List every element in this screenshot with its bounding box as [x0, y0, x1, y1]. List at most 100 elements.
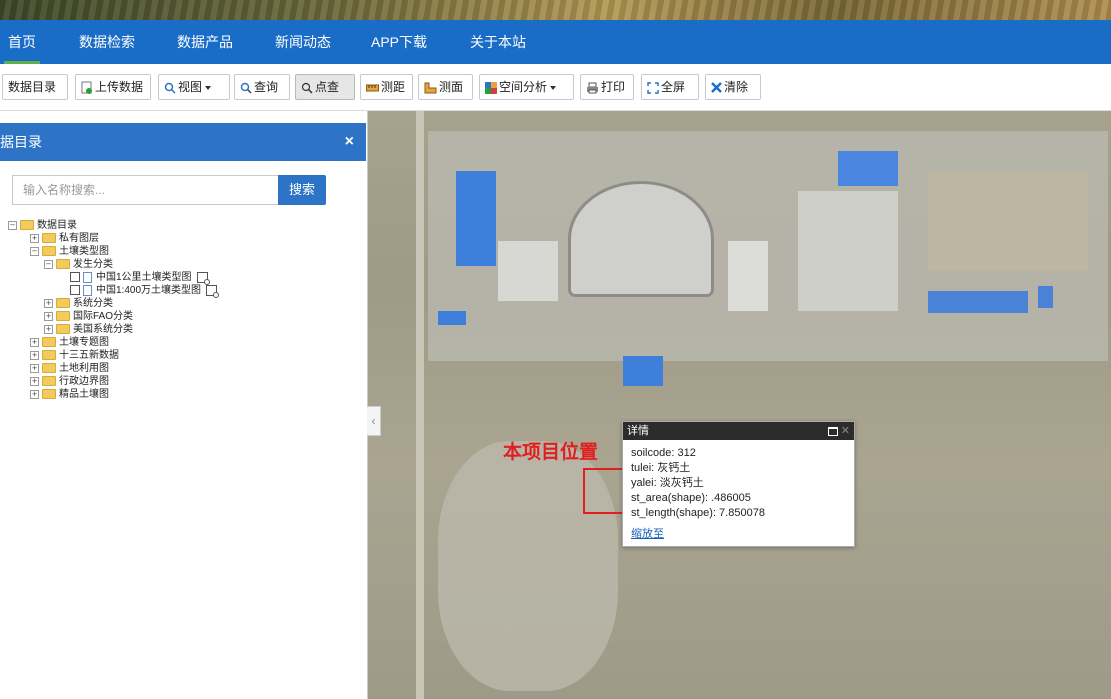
measure-distance-label: 测距 [381, 80, 406, 94]
project-location-label: 本项目位置 [503, 442, 599, 463]
popup-field-st-length: st_length(shape): 7.850078 [631, 507, 765, 519]
folder-icon [42, 389, 56, 400]
expand-toggle-icon[interactable]: + [44, 311, 53, 321]
collapse-toggle-icon[interactable]: − [44, 259, 53, 269]
catalog-search-button[interactable]: 搜索 [278, 175, 326, 205]
query-icon [240, 82, 252, 94]
tree-node-admin-boundary-map[interactable]: + 行政边界图 [8, 375, 217, 388]
map-building [798, 191, 898, 311]
fullscreen-icon [647, 82, 659, 94]
view-label: 视图 [178, 80, 203, 94]
tree-node-label: 精品土壤图 [59, 389, 109, 400]
nav-news[interactable]: 新闻动态 [275, 20, 331, 64]
chevron-down-icon [550, 85, 557, 90]
expand-toggle-icon[interactable]: + [30, 376, 39, 386]
tree-node-label: 行政边界图 [59, 376, 109, 387]
layer-query-icon[interactable] [206, 284, 220, 298]
tree-node-label: 数据目录 [37, 220, 77, 231]
expand-toggle-icon[interactable]: + [44, 324, 53, 334]
close-icon[interactable]: × [345, 123, 354, 161]
layer-query-icon[interactable] [196, 271, 210, 285]
popup-body: soilcode: 312 tulei: 灰钙土 yalei: 淡灰钙土 st_… [623, 440, 854, 548]
expand-toggle-icon[interactable]: + [44, 298, 53, 308]
nav-home[interactable]: 首页 [4, 20, 40, 64]
map-building [498, 241, 558, 301]
header-banner-image [0, 0, 1111, 20]
catalog-button[interactable]: 数据目录 [2, 74, 68, 100]
tree-node-fao-classification[interactable]: + 国际FAO分类 [8, 310, 217, 323]
tree-node-private-layers[interactable]: + 私有图层 [8, 232, 217, 245]
tree-node-soil-thematic-map[interactable]: + 土壤专题图 [8, 336, 217, 349]
map-building [728, 241, 768, 311]
print-button[interactable]: 打印 [580, 74, 634, 100]
tree-node-label: 私有图层 [59, 233, 99, 244]
catalog-panel-header: 据目录 × [0, 123, 366, 161]
tree-layer-4m-soil-map[interactable]: 中国1:400万土壤类型图 [8, 284, 220, 298]
folder-icon [42, 233, 56, 244]
spatial-analysis-button[interactable]: 空间分析 [479, 74, 574, 100]
catalog-search-input[interactable] [12, 175, 278, 205]
magnifier-icon [164, 82, 176, 94]
collapse-toggle-icon[interactable]: − [30, 246, 39, 256]
area-icon [424, 82, 437, 94]
nav-data-search[interactable]: 数据检索 [79, 20, 135, 64]
popup-title: 详情 [627, 425, 649, 437]
tree-node-label: 系统分类 [73, 298, 113, 309]
expand-toggle-icon[interactable]: + [30, 337, 39, 347]
layer-checkbox[interactable] [70, 285, 80, 296]
feature-detail-popup: 详情 ✕ soilcode: 312 tulei: 灰钙土 yalei: 淡灰钙… [622, 421, 855, 547]
ruler-icon [366, 84, 379, 92]
measure-distance-button[interactable]: 测距 [360, 74, 413, 100]
close-icon[interactable]: ✕ [841, 422, 850, 440]
fullscreen-button[interactable]: 全屏 [641, 74, 699, 100]
folder-icon [56, 298, 70, 309]
panel-collapse-handle[interactable]: ‹ [367, 406, 381, 436]
measure-area-button[interactable]: 测面 [418, 74, 473, 100]
tree-node-label: 土地利用图 [59, 363, 109, 374]
tree-node-root[interactable]: − 数据目录 [8, 219, 217, 232]
tree-node-label: 土壤专题图 [59, 337, 109, 348]
folder-icon [42, 246, 56, 257]
expand-toggle-icon[interactable]: + [30, 233, 39, 243]
tree-node-genetic-classification[interactable]: − 发生分类 [8, 258, 217, 271]
query-button[interactable]: 查询 [234, 74, 290, 100]
nav-about[interactable]: 关于本站 [470, 20, 526, 64]
map-road [416, 111, 424, 699]
collapse-toggle-icon[interactable]: − [8, 220, 17, 230]
expand-toggle-icon[interactable]: + [30, 389, 39, 399]
point-query-label: 点查 [315, 80, 340, 94]
popup-field-yalei: yalei: 淡灰钙土 [631, 477, 704, 489]
clear-button[interactable]: 清除 [705, 74, 761, 100]
main-nav: 首页 数据检索 数据产品 新闻动态 APP下载 关于本站 [0, 20, 1111, 64]
layer-checkbox[interactable] [70, 272, 80, 283]
expand-toggle-icon[interactable]: + [30, 363, 39, 373]
popup-field-st-area: st_area(shape): .486005 [631, 492, 751, 504]
tree-node-13th-five-year-data[interactable]: + 十三五新数据 [8, 349, 217, 362]
view-dropdown-button[interactable]: 视图 [158, 74, 230, 100]
tree-node-label: 十三五新数据 [59, 350, 119, 361]
tree-node-us-classification[interactable]: + 美国系统分类 [8, 323, 217, 336]
nav-app-download[interactable]: APP下载 [371, 20, 427, 64]
upload-file-icon [81, 81, 92, 95]
tree-layer-1km-soil-map[interactable]: 中国1公里土壤类型图 [8, 271, 217, 285]
tree-node-premium-soil-map[interactable]: + 精品土壤图 [8, 388, 217, 401]
tree-node-label: 美国系统分类 [73, 324, 133, 335]
tree-node-system-classification[interactable]: + 系统分类 [8, 297, 217, 310]
spatial-analysis-icon [485, 81, 497, 94]
maximize-icon[interactable] [828, 427, 838, 436]
upload-data-button[interactable]: 上传数据 [75, 74, 151, 100]
nav-data-products[interactable]: 数据产品 [177, 20, 233, 64]
point-query-button[interactable]: 点查 [295, 74, 355, 100]
chevron-down-icon [205, 85, 212, 90]
tree-node-soil-type-map[interactable]: − 土壤类型图 [8, 245, 217, 258]
map-roof-blue [438, 311, 466, 325]
document-icon [83, 284, 92, 296]
expand-toggle-icon[interactable]: + [30, 350, 39, 360]
map-roof-blue [456, 171, 496, 266]
folder-icon [56, 324, 70, 335]
map-roof-blue [623, 356, 663, 386]
folder-icon [42, 363, 56, 374]
tree-node-land-use-map[interactable]: + 土地利用图 [8, 362, 217, 375]
satellite-map[interactable] [368, 111, 1111, 699]
zoom-to-link[interactable]: 缩放至 [631, 527, 846, 542]
